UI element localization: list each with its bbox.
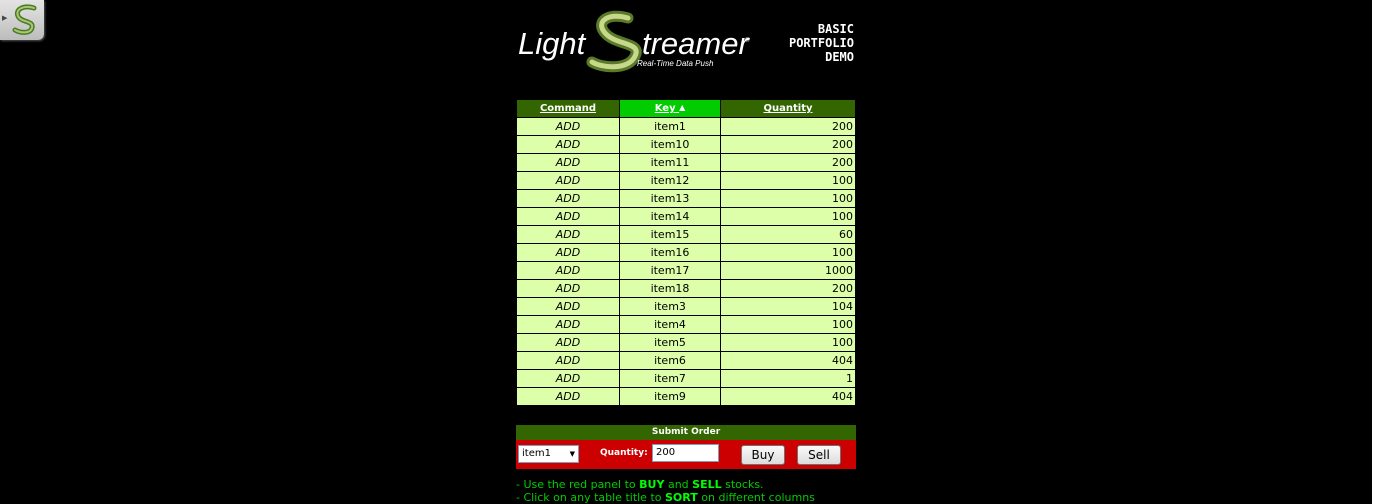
svg-text:Light: Light [518, 26, 587, 61]
quantity-cell: 100 [720, 243, 856, 262]
table-row: ADD item13 100 [516, 189, 856, 208]
quantity-cell: 100 [720, 207, 856, 226]
key-cell: item14 [619, 207, 721, 226]
table-row: ADD item6 404 [516, 351, 856, 370]
key-cell: item16 [619, 243, 721, 262]
quantity-cell: 100 [720, 171, 856, 190]
buy-button[interactable]: Buy [741, 445, 785, 465]
key-cell: item6 [619, 351, 721, 370]
command-cell: ADD [516, 171, 620, 190]
quantity-cell: 404 [720, 387, 856, 406]
order-form: item1 ▼ Quantity: 200 Buy Sell [516, 440, 856, 469]
command-cell: ADD [516, 135, 620, 154]
quantity-cell: 104 [720, 297, 856, 316]
key-cell: item15 [619, 225, 721, 244]
command-cell: ADD [516, 387, 620, 406]
key-cell: item9 [619, 387, 721, 406]
expand-arrow-icon[interactable]: ▶ [2, 14, 7, 22]
key-cell: item3 [619, 297, 721, 316]
demo-title-line: DEMO [825, 50, 854, 64]
command-cell: ADD [516, 117, 620, 136]
quantity-cell: 200 [720, 153, 856, 172]
command-cell: ADD [516, 243, 620, 262]
table-row: ADD item5 100 [516, 333, 856, 352]
table-row: ADD item10 200 [516, 135, 856, 154]
table-row: ADD item17 1000 [516, 261, 856, 280]
item-select-value: item1 [522, 448, 551, 459]
header-command[interactable]: Command [516, 99, 620, 118]
lightstreamer-s-icon [12, 4, 37, 35]
table-row: ADD item9 404 [516, 387, 856, 406]
item-select[interactable]: item1 ▼ [518, 445, 579, 463]
quantity-cell: 100 [720, 189, 856, 208]
sell-button[interactable]: Sell [797, 445, 841, 465]
command-cell: ADD [516, 297, 620, 316]
quantity-cell: 1000 [720, 261, 856, 280]
key-cell: item7 [619, 369, 721, 388]
table-row: ADD item1 200 [516, 117, 856, 136]
lightstreamer-widget[interactable]: ▶ [0, 0, 44, 40]
key-cell: item18 [619, 279, 721, 298]
quantity-cell: 404 [720, 351, 856, 370]
help-line-1: - Use the red panel to BUY and SELL stoc… [516, 478, 764, 491]
sort-ascending-icon: ▲ [679, 103, 686, 112]
quantity-cell: 60 [720, 225, 856, 244]
help-line-2: - Click on any table title to SORT on di… [516, 491, 815, 504]
quantity-input[interactable]: 200 [652, 444, 719, 462]
lightstreamer-logo: Light treamer ® Real-Time Data Push [518, 10, 750, 73]
command-cell: ADD [516, 207, 620, 226]
command-cell: ADD [516, 189, 620, 208]
command-cell: ADD [516, 153, 620, 172]
help-text: - Use the red panel to BUY and SELL stoc… [516, 478, 815, 504]
table-row: ADD item16 100 [516, 243, 856, 262]
key-cell: item12 [619, 171, 721, 190]
key-cell: item4 [619, 315, 721, 334]
quantity-label: Quantity: [600, 448, 648, 458]
table-row: ADD item12 100 [516, 171, 856, 190]
table-row: ADD item18 200 [516, 279, 856, 298]
demo-title-line: BASIC [817, 22, 854, 36]
key-cell: item17 [619, 261, 721, 280]
quantity-cell: 200 [720, 135, 856, 154]
quantity-cell: 200 [720, 117, 856, 136]
command-cell: ADD [516, 315, 620, 334]
quantity-cell: 1 [720, 369, 856, 388]
command-cell: ADD [516, 369, 620, 388]
key-cell: item11 [619, 153, 721, 172]
table-row: ADD item15 60 [516, 225, 856, 244]
svg-text:®: ® [745, 37, 750, 44]
quantity-cell: 200 [720, 279, 856, 298]
command-cell: ADD [516, 351, 620, 370]
key-cell: item13 [619, 189, 721, 208]
key-cell: item5 [619, 333, 721, 352]
quantity-cell: 100 [720, 315, 856, 334]
command-cell: ADD [516, 333, 620, 352]
scrollbar-strip [1372, 0, 1388, 504]
table-row: ADD item3 104 [516, 297, 856, 316]
demo-title: BASIC PORTFOLIO DEMO [760, 22, 854, 64]
key-cell: item1 [619, 117, 721, 136]
command-cell: ADD [516, 279, 620, 298]
command-cell: ADD [516, 261, 620, 280]
order-panel: Submit Order item1 ▼ Quantity: 200 Buy S… [516, 425, 856, 469]
table-row: ADD item4 100 [516, 315, 856, 334]
table-row: ADD item11 200 [516, 153, 856, 172]
table-row: ADD item7 1 [516, 369, 856, 388]
quantity-cell: 100 [720, 333, 856, 352]
header-key[interactable]: Key ▲ [619, 99, 721, 118]
key-cell: item10 [619, 135, 721, 154]
table-row: ADD item14 100 [516, 207, 856, 226]
command-cell: ADD [516, 225, 620, 244]
svg-text:Real-Time Data Push: Real-Time Data Push [637, 59, 714, 68]
header-quantity[interactable]: Quantity [720, 99, 856, 118]
chevron-down-icon: ▼ [569, 450, 575, 458]
svg-text:treamer: treamer [642, 26, 750, 61]
order-panel-title: Submit Order [516, 425, 856, 440]
table-header-row: Command Key ▲ Quantity [516, 99, 856, 118]
portfolio-table: Command Key ▲ Quantity ADD item1 200 ADD ite… [516, 99, 856, 406]
demo-title-line: PORTFOLIO [788, 36, 854, 50]
